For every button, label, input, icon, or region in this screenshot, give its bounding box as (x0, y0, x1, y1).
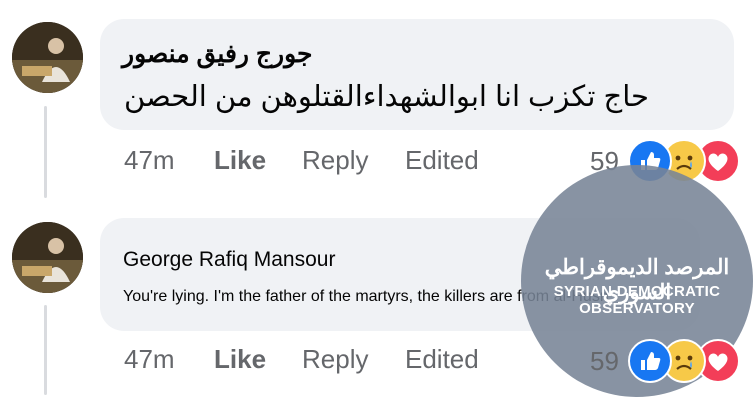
timestamp[interactable]: 47m (124, 145, 175, 176)
reaction-count: 59 (590, 346, 619, 376)
comment-author-name[interactable]: George Rafiq Mansour (123, 248, 335, 272)
like-emoji-icon (628, 339, 672, 383)
reply-button[interactable]: Reply (302, 145, 368, 176)
comment-bubble: جورج رفيق منصور حاج تكزب انا ابوالشهداءا… (100, 19, 734, 130)
edited-label[interactable]: Edited (405, 145, 479, 176)
avatar[interactable] (12, 22, 83, 93)
comment-text: حاج تكزب انا ابوالشهداءالقتلوهن من الحصن (124, 81, 649, 113)
avatar[interactable] (12, 222, 83, 293)
watermark-english: SYRIAN DEMOCRATIC OBSERVATORY (553, 283, 721, 317)
edited-label[interactable]: Edited (405, 344, 479, 375)
like-button[interactable]: Like (214, 344, 266, 375)
like-button[interactable]: Like (214, 145, 266, 176)
timestamp[interactable]: 47m (124, 344, 175, 375)
comment-author-name[interactable]: جورج رفيق منصور (122, 39, 313, 69)
reactions-summary[interactable]: 59 (588, 339, 748, 383)
reply-button[interactable]: Reply (302, 344, 368, 375)
